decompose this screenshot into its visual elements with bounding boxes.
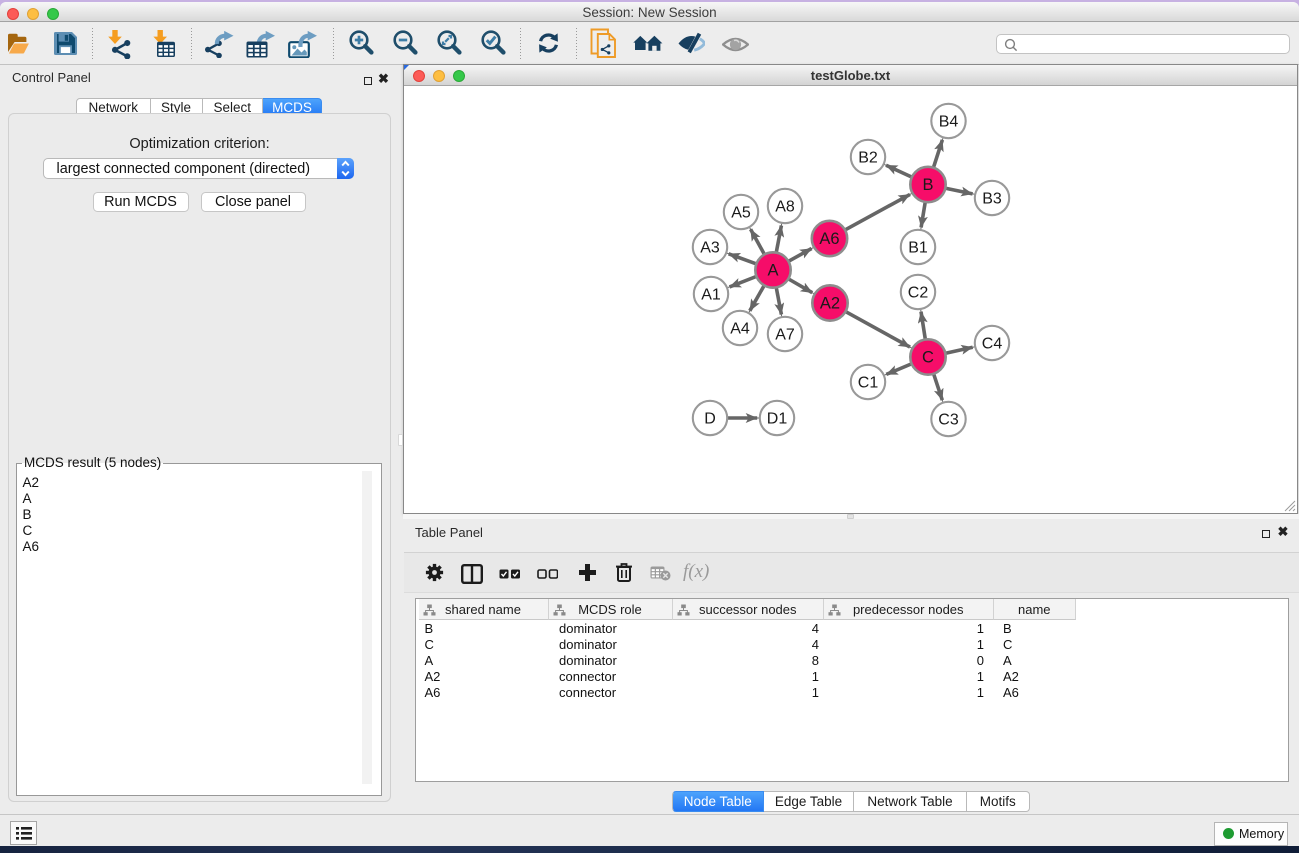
- svg-text:C1: C1: [858, 374, 879, 391]
- svg-text:A5: A5: [731, 204, 751, 221]
- svg-text:B1: B1: [908, 239, 928, 256]
- svg-text:B2: B2: [858, 149, 878, 166]
- svg-text:D1: D1: [767, 410, 788, 427]
- svg-text:C: C: [922, 348, 934, 366]
- svg-text:A2: A2: [820, 294, 840, 312]
- svg-text:C3: C3: [938, 411, 959, 428]
- svg-text:A: A: [767, 261, 778, 279]
- svg-text:B3: B3: [982, 190, 1002, 207]
- svg-text:B4: B4: [939, 113, 959, 130]
- svg-text:A6: A6: [819, 230, 839, 248]
- svg-text:C2: C2: [908, 284, 929, 301]
- svg-text:A3: A3: [700, 239, 720, 256]
- svg-text:A1: A1: [701, 286, 721, 303]
- svg-text:D: D: [704, 410, 716, 427]
- svg-text:A4: A4: [730, 320, 750, 337]
- svg-text:C4: C4: [982, 335, 1003, 352]
- svg-text:B: B: [922, 176, 933, 194]
- svg-text:A7: A7: [775, 326, 795, 343]
- svg-text:A8: A8: [775, 198, 795, 215]
